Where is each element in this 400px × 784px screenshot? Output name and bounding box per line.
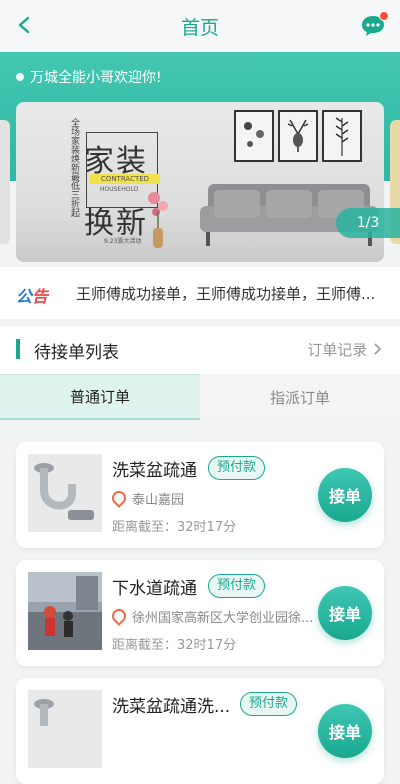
order-card[interactable]: 洗菜盆疏通 预付款 泰山嘉园 距离截至：32时17分 接单 [16,442,384,548]
order-card[interactable]: 洗菜盆疏通洗... 预付款 接单 [16,678,384,784]
order-deadline: 距离截至：32时17分 [112,638,237,653]
page-title: 首页 [180,16,219,39]
section-accent-bar [16,339,20,359]
message-button[interactable] [360,11,389,38]
tab-normal-orders[interactable]: 普通订单 [0,374,200,420]
banner-household: HOUSEHOLD [100,186,139,193]
order-title: 洗菜盆疏通 [112,461,197,481]
accept-order-button[interactable]: 接单 [318,468,372,522]
notice-text: 王师傅成功接单，王师傅成功接单，王师傅... [76,285,376,303]
banner-vertical-text: 全场家装焕新最低三折起 [69,118,79,217]
promo-banner[interactable]: 全场家装焕新最低三折起 家装 CONTRACTED HOUSEHOLD 换新 9… [16,102,384,262]
announcement-icon: 公告 [16,287,49,306]
prepaid-badge: 预付款 [208,456,266,480]
vase-icon [148,192,168,248]
order-tabs: 普通订单 指派订单 [0,374,400,420]
app-header: 首页 [0,0,400,52]
section-title: 待接单列表 [34,343,119,363]
welcome-bar: 万城全能小哥欢迎你! [16,66,162,88]
accept-order-button[interactable]: 接单 [318,586,372,640]
wheat-art-icon [335,117,349,156]
notification-dot [379,11,389,21]
notice-bar[interactable]: 公告 王师傅成功接单，王师傅成功接单，王师傅... [0,267,400,319]
accept-order-button[interactable]: 接单 [318,704,372,758]
abstract-art-icon [244,122,264,147]
frame-1 [234,110,274,162]
order-title: 下水道疏通 [112,579,197,599]
street-image [28,572,102,650]
order-deadline: 距离截至：32时17分 [112,520,237,535]
pipe-image [28,690,102,768]
frame-2 [278,110,318,162]
dot-icon [16,73,24,81]
order-title: 洗菜盆疏通洗... [112,697,231,717]
prepaid-badge: 预付款 [208,574,266,598]
prepaid-badge: 预付款 [240,692,298,716]
banner-prev-peek[interactable] [0,120,10,244]
pending-orders-section: 待接单列表 订单记录 [0,326,400,374]
welcome-text: 万城全能小哥欢迎你! [30,70,162,86]
banner-footnote: 9.23震大活动 [104,238,142,245]
location-pin-icon [109,606,129,626]
order-location: 徐州国家高新区大学创业园徐... [109,606,313,626]
order-location: 泰山嘉园 [109,488,184,508]
back-arrow-icon[interactable] [14,13,36,37]
pipe-image [28,454,102,532]
frame-3 [322,110,362,162]
wall-frames [234,110,364,162]
order-record-link[interactable]: 订单记录 [307,339,382,360]
order-card[interactable]: 下水道疏通 预付款 徐州国家高新区大学创业园徐... 距离截至：32时17分 接… [16,560,384,666]
tab-assigned-orders[interactable]: 指派订单 [200,374,400,420]
banner-pager: 1/3 [336,208,400,238]
location-pin-icon [109,488,129,508]
deer-art-icon [287,119,309,152]
chevron-right-icon [374,343,382,355]
